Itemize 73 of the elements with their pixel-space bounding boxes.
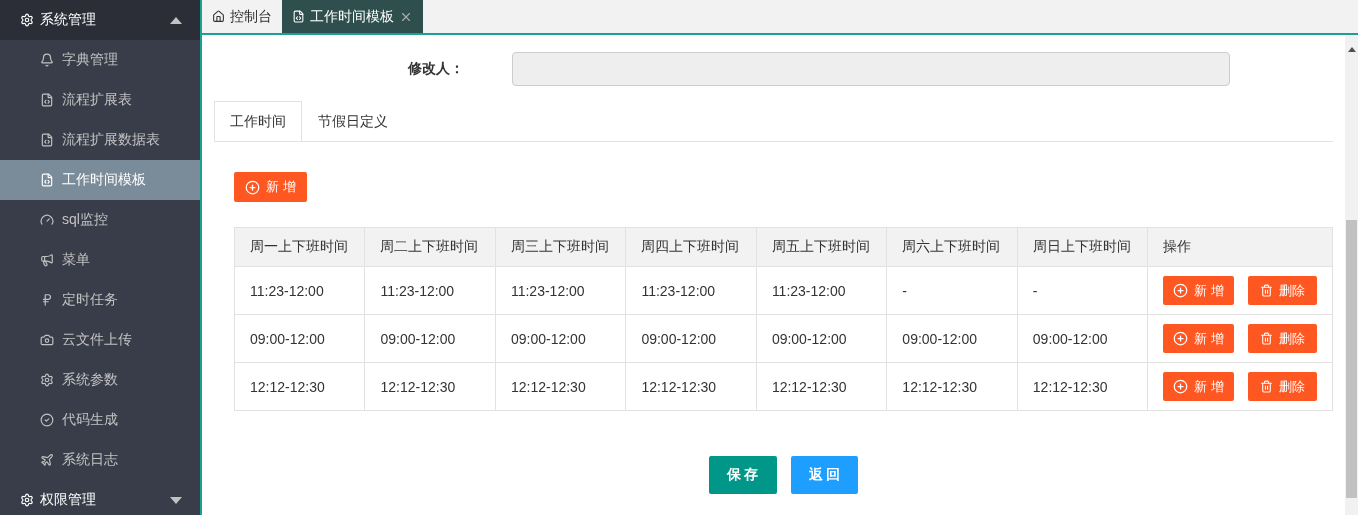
scroll-up-icon[interactable] <box>1347 47 1356 52</box>
table-cell: 11:23-12:00 <box>756 266 887 315</box>
caret-icon <box>170 16 182 24</box>
field-label: 修改人： <box>407 60 464 78</box>
plane-icon <box>40 453 54 467</box>
table-cell: 09:00-12:00 <box>756 314 887 363</box>
trash-icon <box>1259 284 1273 297</box>
caret-icon <box>170 496 182 504</box>
table-cell: 09:00-12:00 <box>886 314 1018 363</box>
sidebar-item[interactable]: 代码生成 <box>0 400 200 440</box>
megaphone-icon <box>40 253 54 267</box>
sidebar-item[interactable]: 流程扩展表 <box>0 80 200 120</box>
table-cell: 09:00-12:00 <box>234 314 365 363</box>
plus-circle-icon <box>1173 379 1189 394</box>
table-cell: 11:23-12:00 <box>364 266 496 315</box>
table-cell: - <box>1017 266 1148 315</box>
table-cell: 12:12-12:30 <box>756 362 887 411</box>
table-cell: 12:12-12:30 <box>495 362 626 411</box>
trash-icon <box>1259 332 1273 345</box>
table-cell: 11:23-12:00 <box>234 266 365 315</box>
section-tab[interactable]: 工作时间 <box>214 101 302 141</box>
gear-icon <box>40 373 54 387</box>
table-cell: 11:23-12:00 <box>625 266 757 315</box>
table-cell: 12:12-12:30 <box>1017 362 1148 411</box>
table-cell: 09:00-12:00 <box>495 314 626 363</box>
table-cell: 11:23-12:00 <box>495 266 626 315</box>
file-code-icon <box>292 10 305 23</box>
column-header: 周三上下班时间 <box>495 227 626 267</box>
page-tab[interactable]: 控制台 <box>202 0 282 33</box>
table-cell: 09:00-12:00 <box>364 314 496 363</box>
sidebar-item[interactable]: 系统参数 <box>0 360 200 400</box>
sidebar-item[interactable]: 云文件上传 <box>0 320 200 360</box>
table-cell: 12:12-12:30 <box>886 362 1018 411</box>
camera-icon <box>40 333 54 347</box>
table-cell: - <box>886 266 1018 315</box>
bell-icon <box>40 53 54 67</box>
gear-icon <box>20 13 34 27</box>
sidebar-item[interactable]: 字典管理 <box>0 40 200 80</box>
save-button[interactable]: 保 存 <box>708 456 777 494</box>
scrollbar[interactable] <box>1345 35 1358 515</box>
sidebar-item[interactable]: 流程扩展数据表 <box>0 120 200 160</box>
scrollbar-thumb[interactable] <box>1346 220 1357 498</box>
page-tab[interactable]: 工作时间模板 <box>282 0 423 33</box>
file-code-icon <box>40 93 54 107</box>
check-circle-icon <box>40 413 54 427</box>
plus-circle-icon <box>1173 331 1189 346</box>
sidebar-item[interactable]: 工作时间模板 <box>0 160 200 200</box>
column-header: 操作 <box>1147 227 1333 267</box>
plus-circle-icon <box>245 179 260 195</box>
gauge-icon <box>40 213 54 227</box>
column-header: 周五上下班时间 <box>756 227 887 267</box>
column-header: 周六上下班时间 <box>886 227 1018 267</box>
table-cell: 12:12-12:30 <box>234 362 365 411</box>
ruble-icon <box>40 293 54 307</box>
column-header: 周一上下班时间 <box>234 227 365 267</box>
file-code-icon <box>40 173 54 187</box>
table-cell: 12:12-12:30 <box>364 362 496 411</box>
sidebar-item[interactable]: 菜单 <box>0 240 200 280</box>
sidebar-item[interactable]: sql监控 <box>0 200 200 240</box>
file-code-icon <box>40 133 54 147</box>
column-header: 周二上下班时间 <box>364 227 496 267</box>
sidebar-group[interactable]: 系统管理 <box>0 0 200 40</box>
column-header: 周日上下班时间 <box>1017 227 1148 267</box>
table-cell: 09:00-12:00 <box>625 314 757 363</box>
table-cell: 09:00-12:00 <box>1017 314 1148 363</box>
sidebar-item[interactable]: 系统日志 <box>0 440 200 480</box>
trash-icon <box>1259 380 1273 393</box>
home-icon <box>212 10 225 23</box>
gear-icon <box>20 493 34 507</box>
sidebar-item[interactable]: 定时任务 <box>0 280 200 320</box>
table-cell: 12:12-12:30 <box>625 362 757 411</box>
column-header: 周四上下班时间 <box>625 227 757 267</box>
plus-circle-icon <box>1173 283 1189 298</box>
